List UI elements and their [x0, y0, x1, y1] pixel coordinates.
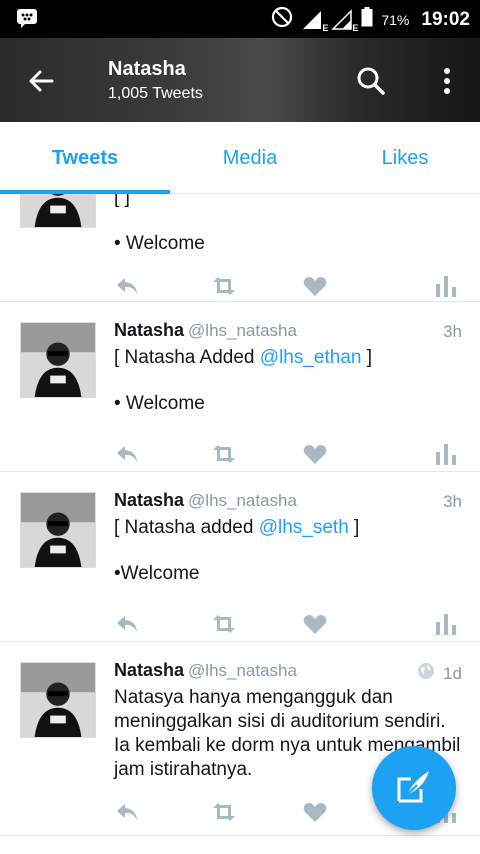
analytics-icon[interactable] — [432, 610, 460, 638]
avatar[interactable] — [20, 662, 96, 738]
clock: 19:02 — [421, 8, 470, 30]
like-icon[interactable] — [301, 272, 329, 300]
tweet-text: [ — [114, 194, 125, 208]
tweet-count: 1,005 Tweets — [108, 85, 203, 102]
avatar[interactable] — [20, 322, 96, 398]
retweet-icon[interactable] — [210, 272, 238, 300]
signal-icon: E — [331, 8, 358, 33]
reply-icon[interactable] — [113, 272, 141, 300]
reply-icon[interactable] — [113, 610, 141, 638]
profile-header: Natasha 1,005 Tweets — [0, 38, 480, 122]
like-icon[interactable] — [301, 440, 329, 468]
avatar[interactable] — [20, 194, 96, 228]
tweet-text: ] — [348, 517, 360, 538]
author-name[interactable]: Natasha — [114, 660, 184, 680]
tweet-text: • Welcome — [114, 393, 205, 414]
search-icon[interactable] — [354, 64, 388, 98]
compose-icon — [395, 767, 433, 810]
mention-link[interactable]: @lhs_ethan — [260, 347, 362, 368]
tweet-text: [ Natasha Added — [114, 347, 260, 368]
like-icon[interactable] — [301, 610, 329, 638]
like-icon[interactable] — [301, 798, 329, 826]
tweet[interactable]: Natasha @lhs_natasha 3h [ Natasha Added @… — [0, 302, 480, 472]
author-handle[interactable]: @lhs_natasha — [188, 321, 297, 340]
battery-percent: 71% — [381, 11, 410, 28]
tweet-text: ] — [361, 347, 373, 368]
reply-icon[interactable] — [113, 440, 141, 468]
tweet-actions — [0, 272, 480, 302]
signal-icon: E — [301, 9, 328, 33]
tab-media[interactable]: Media — [170, 122, 330, 194]
analytics-icon[interactable] — [432, 440, 460, 468]
tweet-actions — [0, 440, 480, 470]
author-handle[interactable]: @lhs_natasha — [188, 491, 297, 510]
author-handle[interactable]: @lhs_natasha — [188, 661, 297, 680]
back-arrow-icon[interactable] — [24, 64, 58, 98]
globe-icon — [417, 662, 435, 685]
author-name[interactable]: Natasha — [114, 490, 184, 510]
avatar[interactable] — [20, 492, 96, 568]
battery-icon — [361, 7, 373, 32]
status-bar: E E 71% 19:02 — [0, 0, 480, 38]
author-name[interactable]: Natasha — [114, 320, 184, 340]
profile-tabs: Tweets Media Likes — [0, 122, 480, 194]
analytics-icon[interactable] — [432, 272, 460, 300]
tweet-text: ] — [124, 194, 130, 208]
more-vertical-icon[interactable] — [432, 64, 462, 98]
tweet-time: 1d — [443, 663, 462, 683]
tweet-actions — [0, 610, 480, 640]
bbm-icon — [16, 8, 38, 33]
retweet-icon[interactable] — [210, 798, 238, 826]
mention-link[interactable]: @lhs_seth — [259, 517, 349, 538]
tweet-text: •Welcome — [114, 563, 200, 584]
retweet-icon[interactable] — [210, 610, 238, 638]
retweet-icon[interactable] — [210, 440, 238, 468]
tweet-time: 3h — [443, 492, 462, 511]
page-title: Natasha — [108, 58, 186, 80]
tab-tweets[interactable]: Tweets — [0, 122, 170, 194]
tweet-time: 3h — [443, 322, 462, 341]
tweet[interactable]: [ ] • Welcome — [0, 194, 480, 302]
tab-likes[interactable]: Likes — [330, 122, 480, 194]
dnd-icon — [271, 6, 293, 33]
tweet-text: • Welcome — [114, 233, 205, 254]
tweet[interactable]: Natasha @lhs_natasha 3h [ Natasha added @… — [0, 472, 480, 642]
reply-icon[interactable] — [113, 798, 141, 826]
tweet-text: [ Natasha added — [114, 517, 259, 538]
compose-tweet-button[interactable] — [372, 746, 456, 830]
